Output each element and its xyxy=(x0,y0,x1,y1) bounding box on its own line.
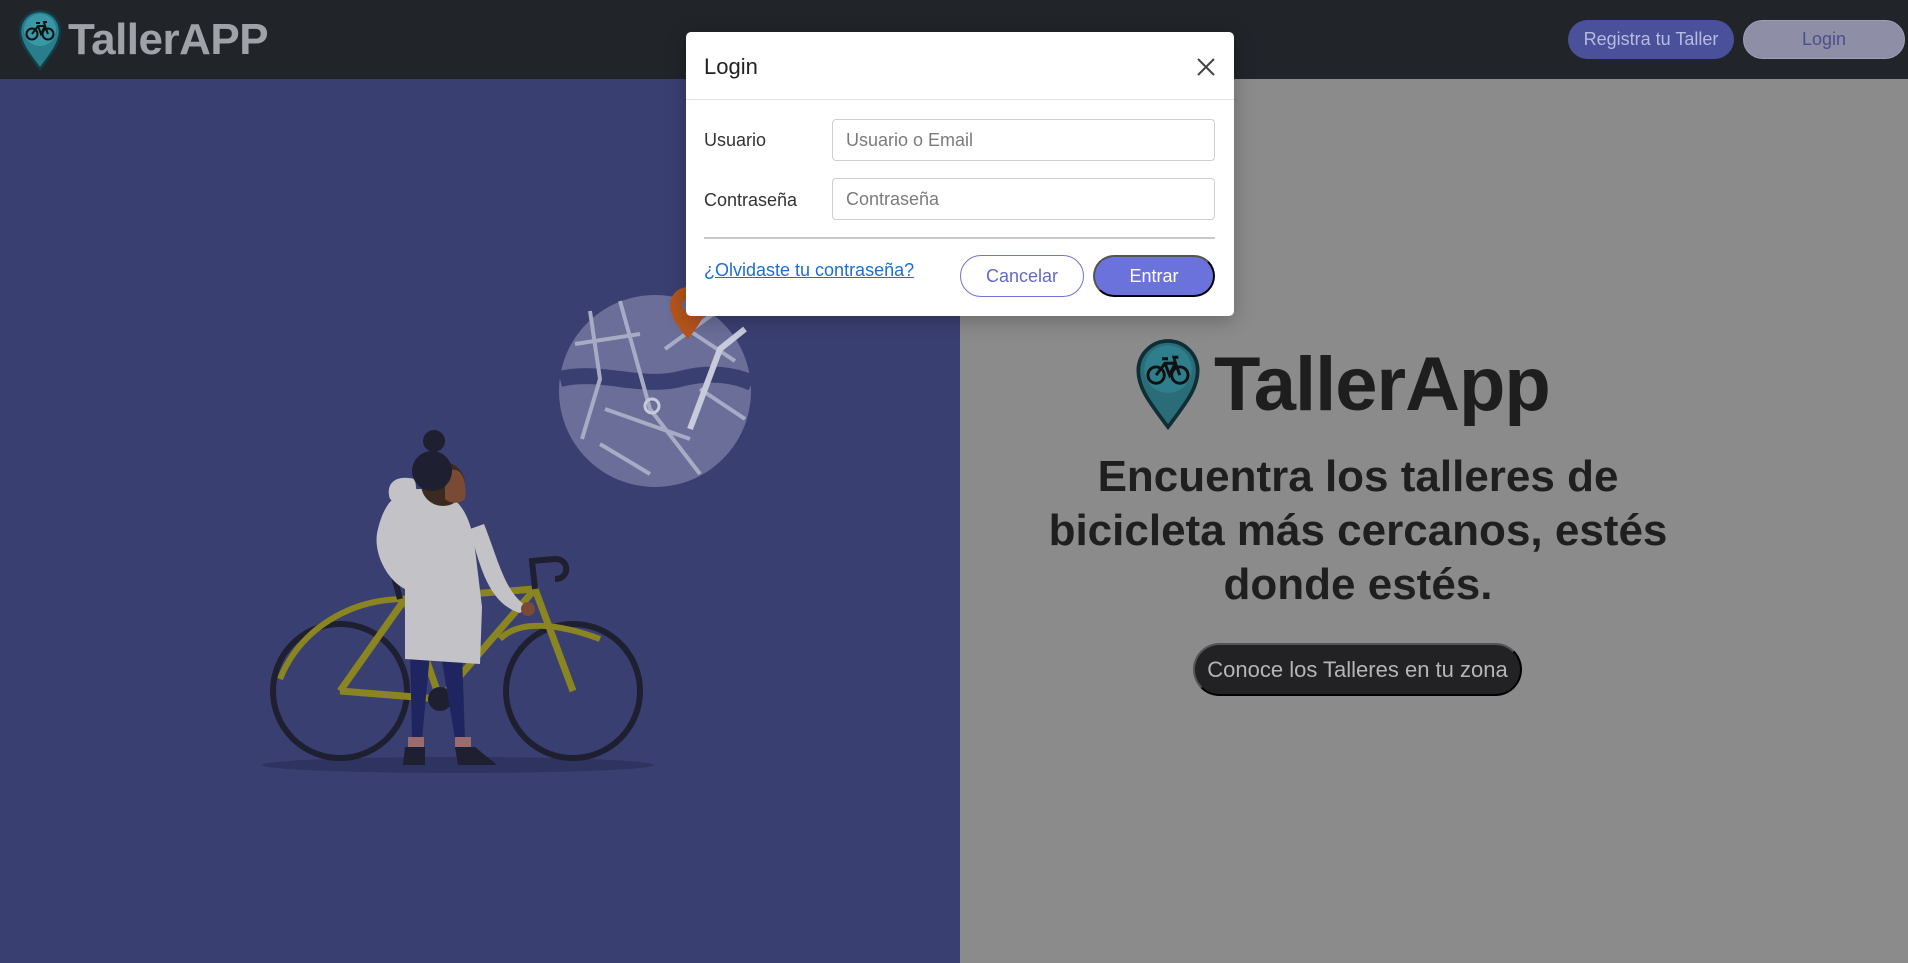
modal-header-divider xyxy=(686,99,1234,100)
password-input[interactable] xyxy=(832,178,1215,220)
map-pin-bicycle-icon xyxy=(1136,339,1200,430)
username-label: Usuario xyxy=(704,130,767,150)
login-button[interactable]: Login xyxy=(1743,20,1905,59)
close-icon[interactable] xyxy=(1195,56,1217,78)
password-label: Contraseña xyxy=(704,190,798,210)
hero-brand-name: TallerApp xyxy=(1214,341,1551,427)
forgot-password-link[interactable]: ¿Olvidaste tu contraseña? xyxy=(704,260,914,281)
register-workshop-button[interactable]: Registra tu Taller xyxy=(1568,20,1734,59)
map-pin-bicycle-icon xyxy=(18,9,62,71)
brand-name: TallerAPP xyxy=(68,15,269,64)
submit-login-button[interactable]: Entrar xyxy=(1093,255,1215,297)
modal-divider xyxy=(704,237,1215,239)
brand-logo[interactable]: TallerAPP xyxy=(18,9,269,71)
hero-headline: Encuentra los talleres de bicicleta más … xyxy=(1048,452,1668,609)
hero-logo: TallerApp xyxy=(1130,338,1551,430)
cancel-button[interactable]: Cancelar xyxy=(960,255,1084,297)
find-workshops-button[interactable]: Conoce los Talleres en tu zona xyxy=(1193,643,1522,696)
username-input[interactable] xyxy=(832,119,1215,161)
login-modal: Login Usuario Contraseña ¿Olvidaste tu c… xyxy=(686,32,1234,316)
modal-title: Login xyxy=(704,54,758,79)
map-circle-icon xyxy=(558,287,756,487)
